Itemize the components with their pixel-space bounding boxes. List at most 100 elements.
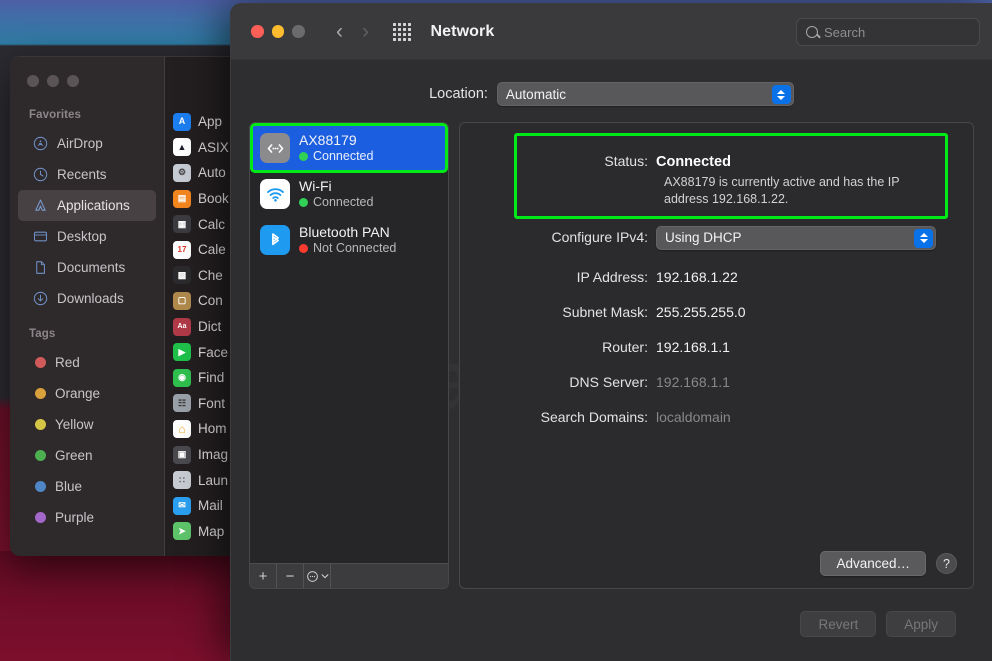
tag-color-dot [35,512,46,523]
sidebar-tag-label: Green [55,448,93,463]
service-status: Not Connected [299,241,396,255]
service-status-label: Connected [313,149,373,163]
status-label: Status: [460,153,656,169]
tag-color-dot [35,357,46,368]
service-name: Wi-Fi [299,178,373,194]
service-item-ax88179[interactable]: AX88179 Connected [252,125,446,171]
sidebar-tag-yellow[interactable]: Yellow [18,409,156,440]
service-status: Connected [299,149,373,163]
list-item-label: Find [198,370,224,385]
bluetooth-icon [260,225,290,255]
sidebar-tag-label: Orange [55,386,100,401]
ip-address-value: 192.168.1.22 [656,269,738,285]
gear-menu-icon[interactable] [304,564,331,588]
services-toolbar[interactable]: + − [250,563,448,588]
finder-traffic-lights[interactable] [10,69,164,105]
search-domains-row: Search Domains: localdomain [460,409,955,425]
tag-color-dot [35,419,46,430]
finder-window[interactable]: Favorites AirDrop Recents Applications D… [10,56,242,556]
help-button[interactable]: ? [936,553,957,574]
location-value: Automatic [506,87,566,102]
sidebar-item-downloads[interactable]: Downloads [18,283,156,314]
chevron-updown-icon[interactable] [772,85,791,104]
add-service-button[interactable]: + [250,564,277,588]
finder-minimize-button[interactable] [47,75,59,87]
sidebar-item-desktop[interactable]: Desktop [18,221,156,252]
service-name: Bluetooth PAN [299,224,396,240]
list-item-label: ASIX [198,140,229,155]
finder-section-favorites-title: Favorites [10,105,164,128]
advanced-button[interactable]: Advanced… [820,551,926,576]
sidebar-tag-label: Yellow [55,417,94,432]
network-services-panel[interactable]: AX88179 Connected [249,122,449,589]
search-domains-label: Search Domains: [460,409,656,425]
mail-icon: ✉ [173,497,191,515]
list-item-label: Cale [198,242,226,257]
network-services-list[interactable]: AX88179 Connected [250,123,448,563]
revert-button[interactable]: Revert [800,611,876,637]
dictionary-icon: Aa [173,318,191,336]
traffic-lights[interactable] [251,25,305,38]
toolbar-filler [331,564,448,588]
status-description: AX88179 is currently active and has the … [656,170,946,208]
app-store-icon: A [173,113,191,131]
network-preferences-window[interactable]: ‹ › Network Search plugable Location: Au… [230,3,992,661]
home-icon: ⌂ [173,420,191,438]
location-select[interactable]: Automatic [497,82,794,106]
search-field[interactable]: Search [796,18,980,46]
dns-server-label: DNS Server: [460,374,656,390]
chevron-right-icon[interactable]: › [353,21,379,42]
service-item-bluetooth-pan[interactable]: Bluetooth PAN Not Connected [252,217,446,263]
launchpad-icon: ∷ [173,471,191,489]
finder-sidebar: Favorites AirDrop Recents Applications D… [10,57,164,556]
asix-icon: ▲ [173,138,191,156]
sidebar-item-applications[interactable]: Applications [18,190,156,221]
configure-ipv4-select[interactable]: Using DHCP [656,226,936,250]
finder-close-button[interactable] [27,75,39,87]
apply-button[interactable]: Apply [886,611,956,637]
chevron-updown-icon[interactable] [914,229,933,248]
sidebar-item-airdrop[interactable]: AirDrop [18,128,156,159]
automator-icon: ⚙ [173,164,191,182]
dns-server-row: DNS Server: 192.168.1.1 [460,374,955,390]
calculator-icon: ▦ [173,215,191,233]
list-item-label: Hom [198,421,227,436]
calendar-icon: 17 [173,241,191,259]
wifi-icon [260,179,290,209]
finder-zoom-button[interactable] [67,75,79,87]
service-item-wifi[interactable]: Wi-Fi Connected [252,171,446,217]
subnet-mask-label: Subnet Mask: [460,304,656,320]
chevron-left-icon[interactable]: ‹ [327,21,353,42]
sidebar-tag-purple[interactable]: Purple [18,502,156,533]
close-button[interactable] [251,25,264,38]
airdrop-icon [32,136,48,152]
subnet-mask-value: 255.255.255.0 [656,304,746,320]
list-item-label: Laun [198,473,228,488]
remove-service-button[interactable]: − [277,564,304,588]
sidebar-tag-blue[interactable]: Blue [18,471,156,502]
tag-color-dot [35,450,46,461]
network-body: plugable Location: Automatic [231,60,992,661]
books-icon: ▤ [173,190,191,208]
service-status: Connected [299,195,373,209]
search-placeholder: Search [824,25,865,40]
search-icon [806,26,818,38]
facetime-icon: ▶ [173,343,191,361]
list-item-label: App [198,114,222,129]
sidebar-item-label: Applications [57,198,130,213]
configure-ipv4-label: Configure IPv4: [460,229,656,245]
minimize-button[interactable] [272,25,285,38]
router-label: Router: [460,339,656,355]
sidebar-item-documents[interactable]: Documents [18,252,156,283]
sidebar-tag-orange[interactable]: Orange [18,378,156,409]
sidebar-item-label: Documents [57,260,125,275]
list-item-label: Mail [198,498,223,513]
zoom-button[interactable] [292,25,305,38]
ip-address-label: IP Address: [460,269,656,285]
list-item-label: Che [198,268,223,283]
network-main: AX88179 Connected [249,122,974,589]
sidebar-tag-red[interactable]: Red [18,347,156,378]
sidebar-tag-green[interactable]: Green [18,440,156,471]
grid-view-icon[interactable] [393,23,411,41]
sidebar-item-recents[interactable]: Recents [18,159,156,190]
